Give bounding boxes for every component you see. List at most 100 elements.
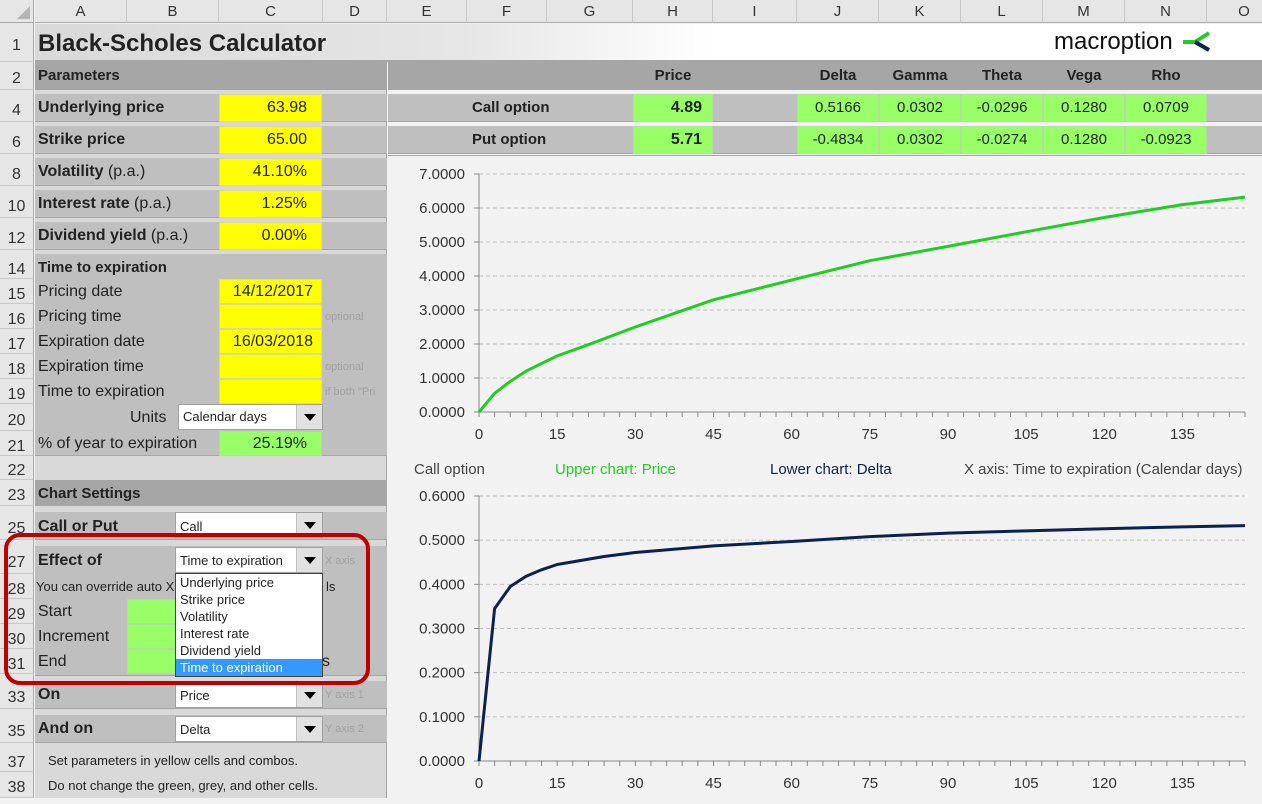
row-header-10[interactable]: 10 [0, 190, 34, 218]
put-price: 5.71 [633, 126, 713, 154]
dropdown-option[interactable]: Interest rate [176, 625, 322, 642]
chevron-down-icon[interactable] [296, 405, 322, 429]
column-header-N[interactable]: N [1125, 0, 1207, 23]
expiration-date-input[interactable]: 16/03/2018 [219, 329, 322, 354]
override-text: You can override auto X [36, 579, 174, 594]
time-header: Time to expiration [38, 259, 167, 276]
chart-settings-header: Chart Settings [38, 485, 141, 502]
effect-of-label: Effect of [38, 552, 102, 570]
interest-rate-input[interactable]: 1.25% [219, 190, 322, 218]
expiration-time-input[interactable] [219, 354, 322, 379]
call-put-combo-value: Call [180, 519, 202, 534]
pricing-date-input[interactable]: 14/12/2017 [219, 279, 322, 304]
chevron-down-icon[interactable] [296, 717, 322, 741]
row-header-16[interactable]: 16 [0, 304, 34, 329]
effect-of-dropdown-list[interactable]: Underlying price Strike price Volatility… [175, 573, 323, 677]
dropdown-option[interactable]: Underlying price [176, 574, 322, 591]
column-header-I[interactable]: I [713, 0, 797, 23]
row-header-18[interactable]: 18 [0, 354, 34, 379]
row-header-33[interactable]: 33 [0, 681, 34, 709]
time-to-expiration-label: Time to expiration [38, 383, 165, 401]
row-header-17[interactable]: 17 [0, 329, 34, 354]
row-header-30[interactable]: 30 [0, 624, 34, 649]
row-header-25[interactable]: 25 [0, 512, 34, 540]
volatility-input[interactable]: 41.10% [219, 158, 322, 186]
row-header-2[interactable]: 2 [0, 62, 34, 90]
row-header-12[interactable]: 12 [0, 222, 34, 250]
units-combo[interactable]: Calendar days [178, 404, 323, 430]
expiration-time-note: optional [325, 361, 364, 373]
column-header-M[interactable]: M [1043, 0, 1125, 23]
lower-delta-chart: 0.00000.10000.20000.30000.40000.50000.60… [388, 480, 1262, 798]
time-to-expiration-input[interactable] [219, 379, 322, 404]
and-on-combo[interactable]: Delta [175, 716, 323, 742]
row-header-21[interactable]: 21 [0, 431, 34, 456]
on-combo[interactable]: Price [175, 682, 323, 708]
row-header-38[interactable]: 38 [0, 772, 34, 798]
column-header-G[interactable]: G [547, 0, 633, 23]
legend-upper: Upper chart: Price [555, 461, 676, 478]
row-header-6[interactable]: 6 [0, 126, 34, 154]
and-on-label: And on [38, 720, 93, 738]
chevron-down-icon[interactable] [296, 683, 322, 707]
row-header-15[interactable]: 15 [0, 279, 34, 304]
row-header-4[interactable]: 4 [0, 94, 34, 122]
column-header-O[interactable]: O [1207, 0, 1262, 23]
and-on-note: Y axis 2 [325, 723, 364, 735]
y-tick-label: 4.0000 [419, 268, 465, 285]
upper-price-chart: 0.00001.00002.00003.00004.00005.00006.00… [388, 160, 1262, 450]
header-gamma: Gamma [879, 64, 961, 88]
row-header-19[interactable]: 19 [0, 379, 34, 404]
chevron-down-icon[interactable] [296, 548, 322, 572]
row-header-27[interactable]: 27 [0, 546, 34, 574]
column-header-C[interactable]: C [219, 0, 323, 23]
effect-of-combo[interactable]: Time to expiration [175, 547, 323, 573]
strike-price-input[interactable]: 65.00 [219, 126, 322, 154]
chevron-down-icon[interactable] [296, 513, 322, 537]
column-header-H[interactable]: H [633, 0, 713, 23]
row-header-37[interactable]: 37 [0, 747, 34, 772]
x-tick-label: 45 [705, 775, 722, 792]
row-header-8[interactable]: 8 [0, 158, 34, 186]
row-header-28[interactable]: 28 [0, 574, 34, 599]
increment-value [127, 624, 177, 649]
row-header-29[interactable]: 29 [0, 599, 34, 624]
time-to-expiration-note: if both "Pri [325, 386, 385, 398]
dropdown-option[interactable]: Strike price [176, 591, 322, 608]
y-tick-label: 0.0000 [419, 753, 465, 770]
header-rho: Rho [1125, 64, 1207, 88]
column-header-B[interactable]: B [127, 0, 219, 23]
dropdown-option[interactable]: Dividend yield [176, 642, 322, 659]
pricing-date-label: Pricing date [38, 283, 123, 301]
column-header-E[interactable]: E [387, 0, 467, 23]
column-header-F[interactable]: F [467, 0, 547, 23]
column-header-J[interactable]: J [797, 0, 879, 23]
column-header-L[interactable]: L [961, 0, 1043, 23]
underlying-price-input[interactable]: 63.98 [219, 94, 322, 122]
column-header-A[interactable]: A [35, 0, 127, 23]
dividend-yield-input[interactable]: 0.00% [219, 222, 322, 250]
instruction-1: Set parameters in yellow cells and combo… [48, 753, 298, 768]
dropdown-option[interactable]: Volatility [176, 608, 322, 625]
row-header-31[interactable]: 31 [0, 649, 34, 674]
row-header-23[interactable]: 23 [0, 480, 34, 506]
expiration-date-label: Expiration date [38, 333, 145, 351]
row-header-1[interactable]: 1 [0, 24, 34, 62]
logo: macroption [1054, 28, 1213, 58]
row-header-20[interactable]: 20 [0, 404, 34, 431]
x-tick-label: 120 [1092, 775, 1117, 792]
on-note: Y axis 1 [325, 689, 364, 701]
call-put-combo[interactable]: Call [175, 512, 323, 538]
select-all-corner[interactable] [0, 0, 34, 23]
row-header-22[interactable]: 22 [0, 456, 34, 480]
column-header-K[interactable]: K [879, 0, 961, 23]
row-header-35[interactable]: 35 [0, 715, 34, 743]
put-delta: -0.4834 [797, 126, 879, 154]
column-header-D[interactable]: D [323, 0, 387, 23]
pricing-time-label: Pricing time [38, 308, 122, 326]
dividend-yield-label: Dividend yield (p.a.) [38, 227, 188, 245]
dropdown-option-selected[interactable]: Time to expiration [176, 659, 322, 676]
row-header-14[interactable]: 14 [0, 254, 34, 279]
x-tick-label: 90 [940, 775, 957, 792]
pricing-time-input[interactable] [219, 304, 322, 329]
